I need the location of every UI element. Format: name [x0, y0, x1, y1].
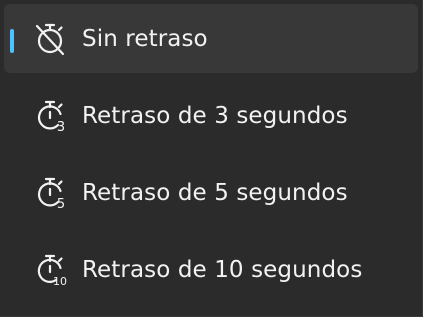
timer-badge: 10	[53, 275, 67, 288]
menu-item-no-delay[interactable]: Sin retraso	[4, 4, 418, 73]
timer-badge: 3	[57, 120, 65, 134]
timer-off-icon	[32, 21, 68, 57]
menu-item-label: Retraso de 10 segundos	[82, 256, 363, 283]
timer-badge: 5	[57, 197, 65, 211]
menu-item-label: Retraso de 3 segundos	[82, 102, 348, 129]
menu-item-label: Sin retraso	[82, 25, 208, 52]
menu-item-delay-5[interactable]: 5 Retraso de 5 segundos	[4, 158, 418, 227]
timer-3-icon: 3	[32, 98, 68, 134]
menu-item-label: Retraso de 5 segundos	[82, 179, 348, 206]
timer-5-icon: 5	[32, 175, 68, 211]
menu-item-delay-3[interactable]: 3 Retraso de 3 segundos	[4, 81, 418, 150]
timer-10-icon: 10	[32, 252, 68, 288]
timer-delay-menu: Sin retraso 3 Retraso de 3 segundos 5 Re…	[0, 0, 423, 317]
menu-item-delay-10[interactable]: 10 Retraso de 10 segundos	[4, 235, 418, 304]
selection-indicator	[10, 29, 14, 53]
